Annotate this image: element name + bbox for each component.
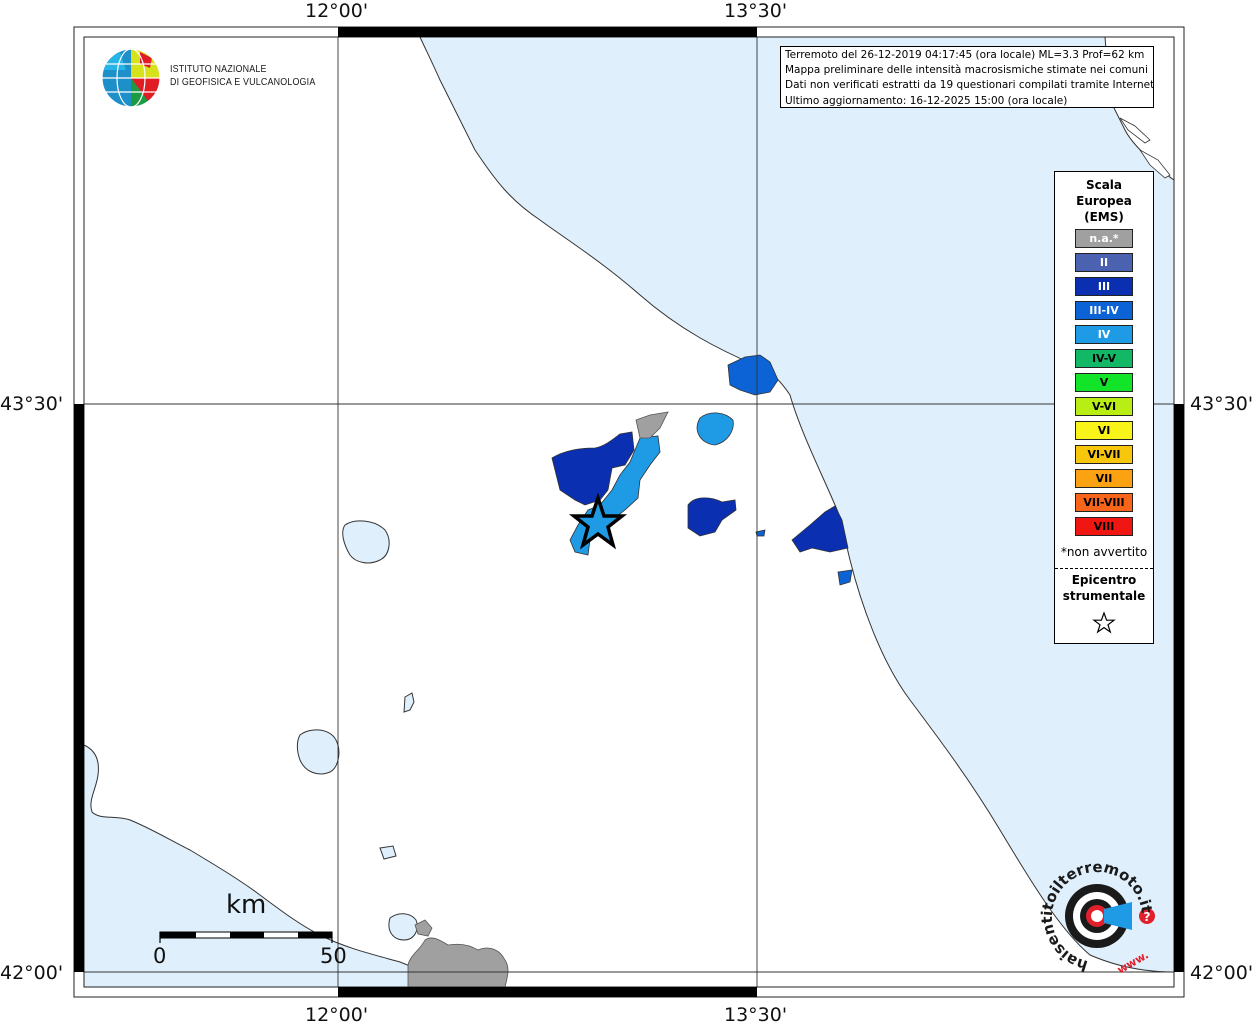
scale-unit-label: km bbox=[226, 890, 267, 920]
legend-title-line-1: Scala bbox=[1085, 178, 1123, 192]
legend-note: *non avvertito bbox=[1060, 545, 1148, 559]
legend-item: IV-V bbox=[1075, 349, 1133, 368]
legend-title-line-2: Europea bbox=[1076, 194, 1132, 208]
legend-item: III bbox=[1075, 277, 1133, 296]
legend-item: n.a.* bbox=[1075, 229, 1133, 248]
legend-item: VI-VII bbox=[1075, 445, 1133, 464]
scale-end-label: 50 bbox=[320, 944, 347, 968]
logo-line-1: ISTITUTO NAZIONALE bbox=[170, 63, 267, 75]
legend-item: VII-VIII bbox=[1075, 493, 1133, 512]
star-outline-icon bbox=[1092, 611, 1116, 634]
ems-legend: Scala Europea (EMS) n.a.* II III III-IV IV IV… bbox=[1054, 171, 1154, 644]
legend-item: III-IV bbox=[1075, 301, 1133, 320]
tick-lon-bottom-2: 13°30' bbox=[724, 1004, 788, 1026]
ingv-logo-text: ISTITUTO NAZIONALE DI GEOFISICA E VULCAN… bbox=[170, 63, 315, 89]
legend-epi-line-2: strumentale bbox=[1062, 589, 1146, 603]
tick-lon-bottom-1: 12°00' bbox=[305, 1004, 369, 1026]
legend-item: V bbox=[1075, 373, 1133, 392]
legend-separator bbox=[1055, 568, 1153, 569]
lake-bracciano bbox=[388, 913, 418, 941]
event-info-box: Terremoto del 26-12-2019 04:17:45 (ora l… bbox=[780, 46, 1154, 108]
tick-lat-left-1: 43°30' bbox=[0, 393, 64, 415]
logo-line-2: DI GEOFISICA E VULCANOLOGIA bbox=[170, 76, 316, 88]
info-line-3: Dati non verificati estratti da 19 quest… bbox=[785, 79, 1154, 92]
legend-item: V-VI bbox=[1075, 397, 1133, 416]
tick-lat-left-2: 42°00' bbox=[0, 962, 64, 984]
legend-title: Scala Europea (EMS) bbox=[1055, 177, 1153, 225]
info-line-1: Terremoto del 26-12-2019 04:17:45 (ora l… bbox=[785, 49, 1145, 61]
legend-title-line-3: (EMS) bbox=[1084, 210, 1124, 224]
info-line-2: Mappa preliminare delle intensità macros… bbox=[785, 64, 1148, 77]
legend-item: II bbox=[1075, 253, 1133, 272]
badge-www-text: www. bbox=[1115, 948, 1151, 976]
legend-epicentre-label: Epicentro strumentale bbox=[1055, 572, 1153, 604]
tick-lon-top-2: 13°30' bbox=[724, 0, 788, 22]
legend-item: IV bbox=[1075, 325, 1133, 344]
legend-epi-line-1: Epicentro bbox=[1071, 573, 1137, 587]
info-line-4: Ultimo aggiornamento: 16-12-2025 15:00 (… bbox=[785, 94, 1068, 107]
badge-text: haisentitoilterremoto.it www. bbox=[1038, 858, 1156, 977]
tick-lon-top-1: 12°00' bbox=[305, 0, 369, 22]
tick-lat-right-1: 43°30' bbox=[1190, 393, 1254, 415]
legend-item: VIII bbox=[1075, 517, 1133, 536]
legend-item: VII bbox=[1075, 469, 1133, 488]
ingv-logo-icon bbox=[101, 48, 161, 108]
tick-lat-right-2: 42°00' bbox=[1190, 962, 1254, 984]
scale-start-label: 0 bbox=[153, 944, 167, 968]
legend-item: VI bbox=[1075, 421, 1133, 440]
